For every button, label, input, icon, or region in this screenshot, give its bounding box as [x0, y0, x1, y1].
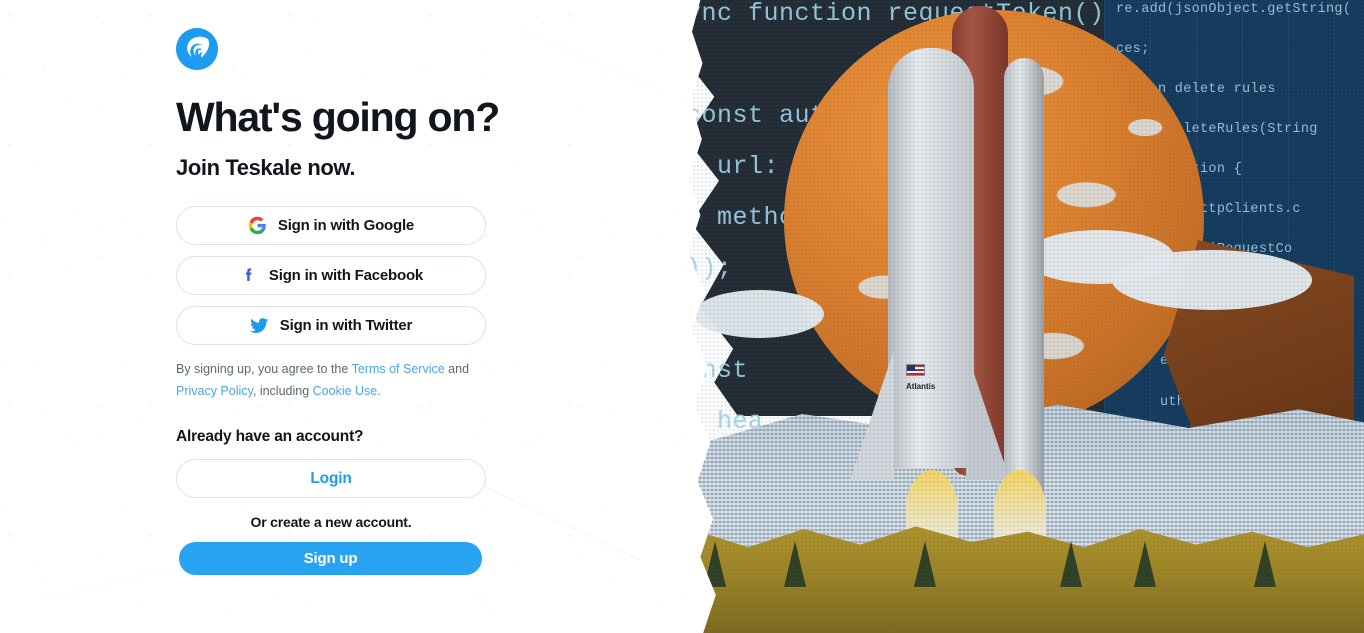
facebook-icon [239, 266, 258, 285]
terms-suffix: . [377, 384, 381, 399]
pine-tree [1254, 541, 1276, 587]
oauth-button-list: Sign in with Google Sign in with Faceboo… [176, 206, 488, 346]
privacy-policy-link[interactable]: Privacy Policy [176, 384, 253, 398]
terms-disclaimer: By signing up, you agree to the Terms of… [176, 359, 501, 403]
google-icon [248, 216, 267, 235]
pine-tree [914, 541, 936, 587]
page-title: What's going on? [176, 94, 500, 140]
pine-tree [784, 541, 806, 587]
solid-rocket-booster [1004, 58, 1044, 498]
hero-collage-image: ync function requestToken() { const auth… [664, 0, 1364, 633]
orbiter-name-label: Atlantis [906, 382, 936, 391]
space-shuttle: Atlantis [844, 0, 1084, 630]
already-have-account-label: Already have an account? [176, 428, 364, 446]
orbiter-right-wing [966, 350, 1010, 480]
oauth-button-label: Sign in with Facebook [268, 267, 424, 285]
cloud-shape [1112, 250, 1312, 310]
us-flag-icon [906, 364, 925, 376]
terms-conjunction: and [444, 362, 470, 377]
wave-circle-logo-icon [176, 28, 218, 70]
page-subtitle: Join Teskale now. [176, 155, 356, 181]
cloud-shape [694, 290, 824, 338]
sign-in-with-facebook-button[interactable]: Sign in with Facebook [176, 256, 486, 296]
orbiter-left-wing [850, 350, 894, 480]
twitter-icon [249, 316, 269, 335]
or-create-account-label: Or create a new account. [250, 514, 412, 531]
signup-button[interactable]: Sign up [179, 542, 482, 576]
cookie-use-link[interactable]: Cookie Use [313, 384, 378, 398]
sign-in-with-twitter-button[interactable]: Sign in with Twitter [176, 306, 486, 346]
pine-tree [1134, 541, 1156, 587]
terms-prefix: By signing up, you agree to the [176, 362, 352, 377]
login-button[interactable]: Login [176, 459, 486, 499]
signup-page: ync function requestToken() { const auth… [0, 0, 1364, 633]
orbiter-body [888, 48, 974, 468]
terms-middle: , including [252, 384, 313, 399]
signup-form-panel: What's going on? Join Teskale now. Sign … [0, 0, 690, 633]
pine-tree [1060, 541, 1082, 587]
terms-of-service-link[interactable]: Terms of Service [352, 362, 445, 376]
sign-in-with-google-button[interactable]: Sign in with Google [176, 206, 486, 246]
oauth-button-label: Sign in with Google [277, 217, 415, 235]
oauth-button-label: Sign in with Twitter [279, 317, 413, 335]
